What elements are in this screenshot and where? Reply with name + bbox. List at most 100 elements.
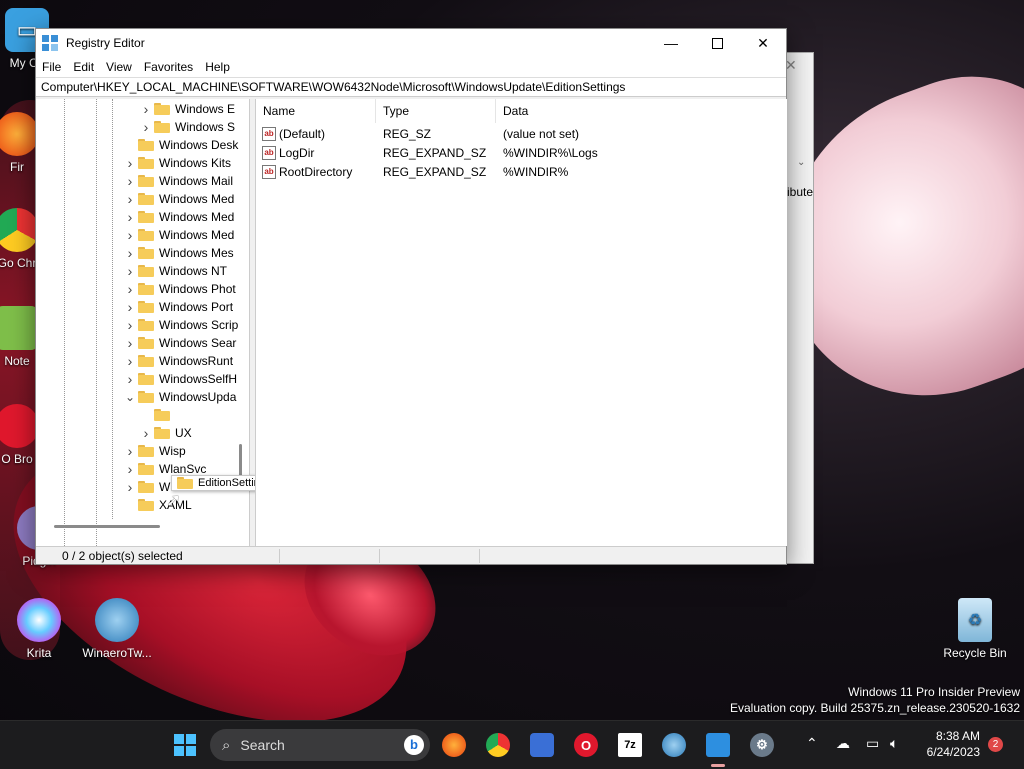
column-header-name[interactable]: Name <box>256 99 376 123</box>
chevron-right-icon[interactable]: › <box>122 370 138 388</box>
maximize-button[interactable] <box>694 29 740 57</box>
opera-taskbar-button[interactable]: O <box>574 733 598 757</box>
minimize-button[interactable]: — <box>648 29 694 57</box>
tree-item[interactable]: › Windows NT <box>122 262 227 280</box>
chevron-right-icon[interactable]: › <box>138 118 154 136</box>
chrome-taskbar-button[interactable] <box>486 733 510 757</box>
close-icon: ✕ <box>757 34 769 51</box>
chevron-right-icon[interactable]: › <box>122 352 138 370</box>
network-icon[interactable]: ▭ <box>866 735 879 752</box>
clock[interactable]: 8:38 AM 6/24/2023 <box>912 728 980 760</box>
firefox-taskbar-button[interactable] <box>442 733 466 757</box>
folder-icon <box>154 409 170 421</box>
tree-item[interactable]: › Windows Sear <box>122 334 237 352</box>
tree-item-label: WindowsUpda <box>159 390 237 404</box>
chevron-right-icon[interactable]: › <box>138 100 154 118</box>
tree-item[interactable]: ⌄ WindowsUpda <box>122 388 236 406</box>
folder-icon <box>138 265 154 277</box>
recycle-bin-icon: ♻ <box>958 598 992 642</box>
tree-item[interactable]: › Windows Med <box>122 226 235 244</box>
chevron-right-icon[interactable]: › <box>122 226 138 244</box>
menu-edit[interactable]: Edit <box>67 57 100 77</box>
tree-item-label: Windows E <box>175 102 236 116</box>
notification-badge[interactable]: 2 <box>988 737 1003 752</box>
tree-item[interactable]: › Windows Kits <box>122 154 231 172</box>
chevron-down-icon[interactable]: ⌄ <box>797 157 805 168</box>
chevron-down-icon[interactable]: ⌄ <box>122 388 138 406</box>
active-app-indicator <box>711 764 725 767</box>
tree-item[interactable]: › Windows Med <box>122 190 235 208</box>
chevron-right-icon[interactable]: › <box>122 190 138 208</box>
desktop-icon-recycle-bin[interactable]: ♻ Recycle Bin <box>938 598 1012 660</box>
address-bar[interactable]: Computer\HKEY_LOCAL_MACHINE\SOFTWARE\WOW… <box>36 77 786 97</box>
tree-item-label: Windows Port <box>159 300 234 314</box>
chevron-right-icon[interactable]: › <box>122 262 138 280</box>
krita-taskbar-button[interactable] <box>530 733 554 757</box>
tree-item[interactable]: XAML <box>122 496 192 514</box>
column-header-type[interactable]: Type <box>376 99 496 123</box>
settings-taskbar-button[interactable]: ⚙ <box>750 733 774 757</box>
status-bar: 0 / 2 object(s) selected <box>36 546 786 564</box>
tree-item[interactable]: › Windows Med <box>122 208 235 226</box>
tree-item[interactable]: › Windows Scrip <box>122 316 239 334</box>
tree-item[interactable]: Windows Desk <box>122 136 238 154</box>
value-row[interactable]: ab RootDirectory REG_EXPAND_SZ %WINDIR% <box>256 163 787 182</box>
menu-view[interactable]: View <box>100 57 138 77</box>
chevron-right-icon[interactable]: › <box>122 280 138 298</box>
tree-horizontal-scrollbar[interactable] <box>54 525 160 528</box>
tree-item[interactable]: › UX <box>138 424 192 442</box>
desktop-icon-winaero[interactable]: WinaeroTw... <box>80 598 154 660</box>
chevron-right-icon[interactable]: › <box>122 208 138 226</box>
title-bar[interactable]: Registry Editor — ✕ <box>36 29 786 57</box>
tree-item[interactable]: › WindowsSelfH <box>122 370 237 388</box>
bing-icon: b <box>404 735 424 755</box>
build-watermark: Windows 11 Pro Insider Preview Evaluatio… <box>730 684 1020 716</box>
chevron-right-icon[interactable]: › <box>122 334 138 352</box>
tree-item[interactable]: › WindowsRunt <box>122 352 233 370</box>
chevron-right-icon[interactable]: › <box>138 424 154 442</box>
tree-item[interactable]: › Windows Port <box>122 298 233 316</box>
value-data: %WINDIR% <box>503 165 569 179</box>
column-header-data[interactable]: Data <box>496 99 787 123</box>
tree-item[interactable]: › Windows S <box>138 118 235 136</box>
tree-item[interactable]: › Windows Phot <box>122 280 236 298</box>
value-row[interactable]: ab LogDir REG_EXPAND_SZ %WINDIR%\Logs <box>256 144 787 163</box>
values-list[interactable]: Name Type Data ab (Default) REG_SZ (value n… <box>255 99 787 546</box>
chevron-right-icon[interactable]: › <box>122 244 138 262</box>
chevron-right-icon[interactable]: › <box>122 172 138 190</box>
cloud-icon[interactable]: ☁ <box>836 735 850 752</box>
menu-file[interactable]: File <box>36 57 67 77</box>
registry-editor-window[interactable]: Registry Editor — ✕ File Edit View Favor… <box>35 28 787 565</box>
chevron-right-icon[interactable]: › <box>122 478 138 496</box>
chevron-up-icon[interactable]: ⌃ <box>806 735 818 752</box>
chevron-right-icon[interactable]: › <box>122 442 138 460</box>
folder-icon <box>154 103 170 115</box>
tree-item[interactable]: › Wisp <box>122 442 186 460</box>
start-button[interactable] <box>173 733 197 757</box>
watermark-line: Windows 11 Pro Insider Preview <box>848 685 1020 699</box>
winaero-taskbar-button[interactable] <box>662 733 686 757</box>
tree-guide-line <box>64 99 65 546</box>
value-name: LogDir <box>279 146 315 160</box>
chevron-right-icon[interactable]: › <box>122 298 138 316</box>
menu-help[interactable]: Help <box>199 57 236 77</box>
folder-icon <box>138 283 154 295</box>
regedit-taskbar-button[interactable] <box>706 733 730 757</box>
7zip-taskbar-button[interactable]: 7z <box>618 733 642 757</box>
menu-favorites[interactable]: Favorites <box>138 57 199 77</box>
chevron-right-icon[interactable]: › <box>122 460 138 478</box>
taskbar-search[interactable]: ⌕ Search b <box>210 729 430 761</box>
volume-icon[interactable]: 🔈︎ <box>890 735 898 752</box>
value-row[interactable]: ab (Default) REG_SZ (value not set) <box>256 125 787 144</box>
tree-item-label: Windows Med <box>159 192 235 206</box>
folder-icon <box>138 391 154 403</box>
desktop-icon-krita[interactable]: Krita <box>2 598 76 660</box>
tree-item[interactable]: › Windows Mail <box>122 172 233 190</box>
watermark-line: Evaluation copy. Build 25375.zn_release.… <box>730 701 1020 715</box>
close-button[interactable]: ✕ <box>740 29 786 57</box>
tree-item[interactable]: › Windows E <box>138 100 235 118</box>
chevron-right-icon[interactable]: › <box>122 316 138 334</box>
tree-item[interactable]: › Windows Mes <box>122 244 234 262</box>
chevron-right-icon[interactable]: › <box>122 154 138 172</box>
tree-item[interactable] <box>138 406 175 424</box>
